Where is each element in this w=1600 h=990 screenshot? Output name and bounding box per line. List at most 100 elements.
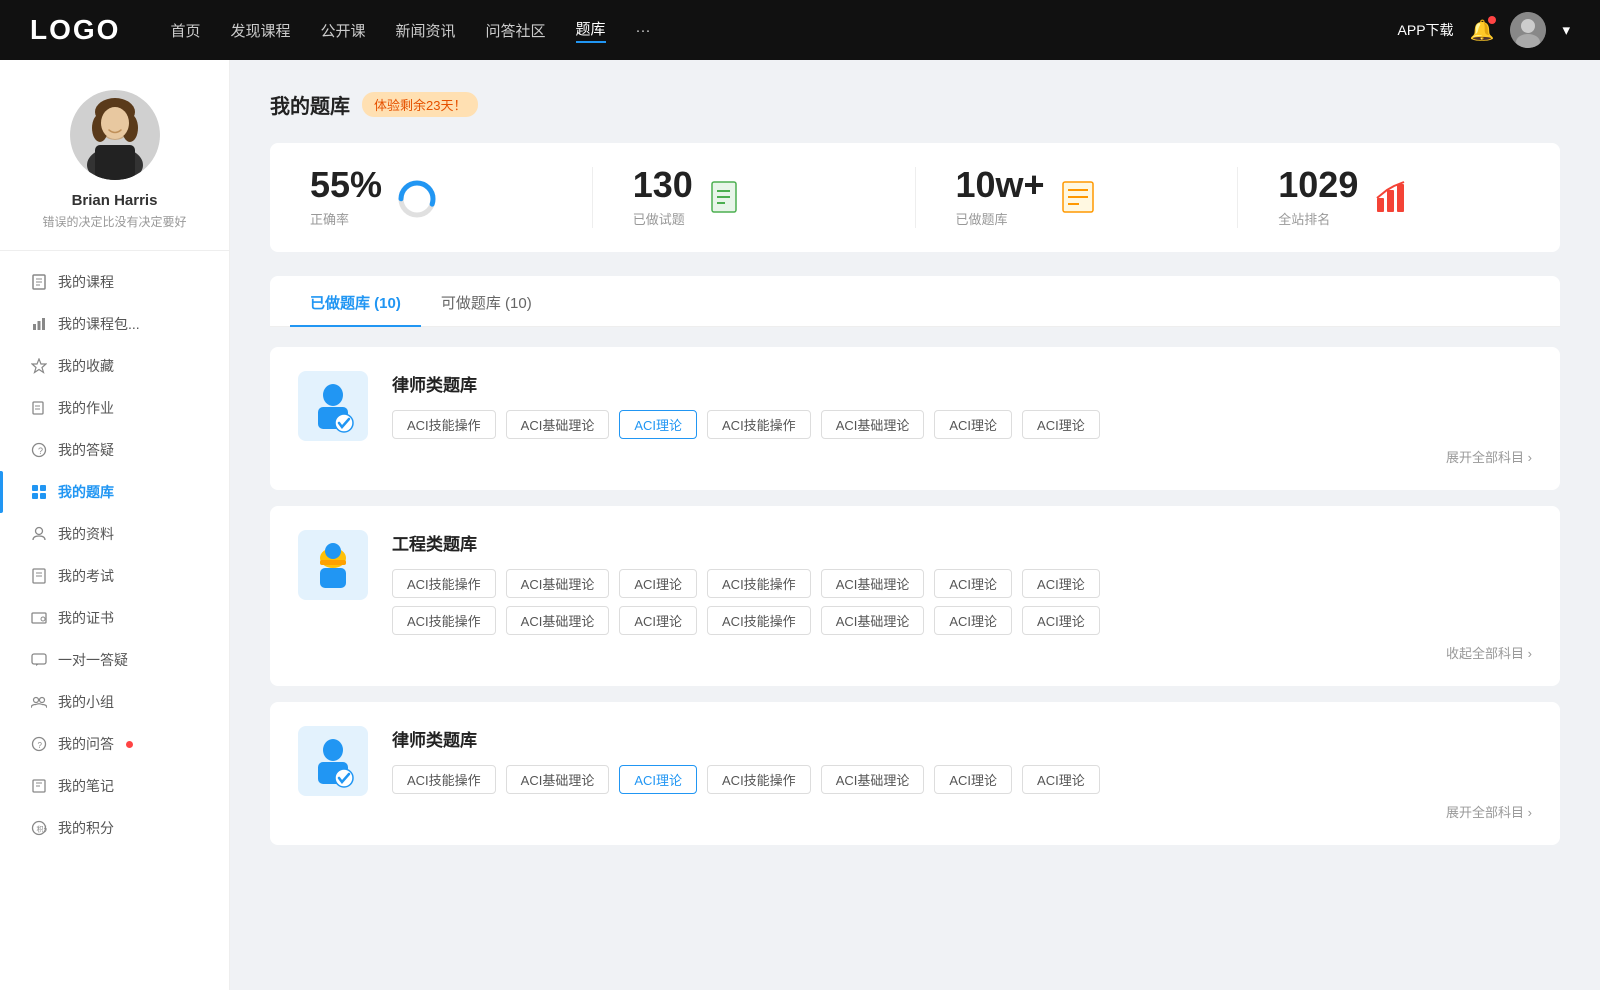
tag[interactable]: ACI技能操作: [392, 765, 496, 794]
menu-label: 我的积分: [58, 818, 114, 838]
expand-link-lawyer-1[interactable]: 展开全部科目 ›: [392, 447, 1532, 466]
qbank-title-lawyer-2: 律师类题库: [392, 726, 1532, 751]
tag-row-lawyer-2: ACI技能操作 ACI基础理论 ACI理论 ACI技能操作 ACI基础理论 AC…: [392, 765, 1532, 794]
cert-icon: [30, 609, 48, 627]
menu-label: 我的考试: [58, 566, 114, 586]
qbank-list: 律师类题库 ACI技能操作 ACI基础理论 ACI理论 ACI技能操作 ACI基…: [270, 347, 1560, 861]
tag[interactable]: ACI技能操作: [707, 606, 811, 635]
profile-motto: 错误的决定比没有决定要好: [42, 213, 186, 230]
sidebar-item-questions[interactable]: ? 我的问答: [0, 723, 229, 765]
sidebar-item-points[interactable]: 积分 我的积分: [0, 807, 229, 849]
tag-selected[interactable]: ACI理论: [619, 410, 697, 439]
logo: LOGO: [30, 14, 120, 46]
sidebar-item-qbank[interactable]: 我的题库: [0, 471, 229, 513]
tag[interactable]: ACI理论: [934, 765, 1012, 794]
qbank-title-lawyer-1: 律师类题库: [392, 371, 1532, 396]
sidebar-profile: Brian Harris 错误的决定比没有决定要好: [0, 90, 229, 251]
menu-label: 我的作业: [58, 398, 114, 418]
sidebar-item-group[interactable]: 我的小组: [0, 681, 229, 723]
nav-qbank[interactable]: 题库: [576, 18, 606, 43]
user-avatar[interactable]: [1510, 12, 1546, 48]
qbank-body-lawyer-1: 律师类题库 ACI技能操作 ACI基础理论 ACI理论 ACI技能操作 ACI基…: [392, 371, 1532, 466]
menu-label: 我的证书: [58, 608, 114, 628]
tag[interactable]: ACI理论: [1022, 410, 1100, 439]
tag[interactable]: ACI理论: [1022, 606, 1100, 635]
question-circle-icon: ?: [30, 441, 48, 459]
stat-rank-label: 全站排名: [1278, 209, 1358, 228]
collapse-link-engineer[interactable]: 收起全部科目 ›: [392, 643, 1532, 662]
menu-label: 我的小组: [58, 692, 114, 712]
sidebar-item-homework[interactable]: 我的作业: [0, 387, 229, 429]
tag[interactable]: ACI基础理论: [506, 569, 610, 598]
stat-done-questions: 130 已做试题: [593, 167, 916, 228]
sidebar-item-profile[interactable]: 我的资料: [0, 513, 229, 555]
star-icon: [30, 357, 48, 375]
tag[interactable]: ACI技能操作: [392, 569, 496, 598]
tag[interactable]: ACI技能操作: [707, 765, 811, 794]
svg-text:?: ?: [38, 446, 43, 456]
stat-done-value: 130: [633, 167, 693, 203]
navbar-right: APP下载 🔔 ▾: [1398, 12, 1570, 48]
engineer-icon: [298, 530, 368, 600]
stat-accuracy-label: 正确率: [310, 209, 382, 228]
qbank-body-lawyer-2: 律师类题库 ACI技能操作 ACI基础理论 ACI理论 ACI技能操作 ACI基…: [392, 726, 1532, 821]
sidebar-item-my-courses[interactable]: 我的课程: [0, 261, 229, 303]
stat-rank-text: 1029 全站排名: [1278, 167, 1358, 228]
nav-qa[interactable]: 问答社区: [486, 20, 546, 41]
user-dropdown-arrow[interactable]: ▾: [1562, 21, 1570, 39]
tag[interactable]: ACI技能操作: [392, 410, 496, 439]
tag[interactable]: ACI理论: [1022, 569, 1100, 598]
tag[interactable]: ACI基础理论: [506, 606, 610, 635]
bell-button[interactable]: 🔔: [1470, 18, 1495, 43]
sidebar-item-favorites[interactable]: 我的收藏: [0, 345, 229, 387]
qbank-body-engineer: 工程类题库 ACI技能操作 ACI基础理论 ACI理论 ACI技能操作 ACI基…: [392, 530, 1532, 662]
nav-home[interactable]: 首页: [170, 20, 200, 41]
sidebar-item-course-package[interactable]: 我的课程包...: [0, 303, 229, 345]
tag[interactable]: ACI理论: [934, 410, 1012, 439]
avatar: [70, 90, 160, 180]
tab-done-banks[interactable]: 已做题库 (10): [290, 276, 421, 327]
tag[interactable]: ACI理论: [934, 606, 1012, 635]
tag[interactable]: ACI技能操作: [707, 410, 811, 439]
tag-row-engineer-2: ACI技能操作 ACI基础理论 ACI理论 ACI技能操作 ACI基础理论 AC…: [392, 606, 1532, 635]
tag[interactable]: ACI理论: [934, 569, 1012, 598]
nav-more[interactable]: ···: [636, 22, 651, 39]
tag[interactable]: ACI技能操作: [392, 606, 496, 635]
tag[interactable]: ACI基础理论: [506, 765, 610, 794]
tag[interactable]: ACI基础理论: [506, 410, 610, 439]
tag[interactable]: ACI理论: [619, 606, 697, 635]
app-download[interactable]: APP下载: [1398, 20, 1454, 40]
stat-done-label: 已做试题: [633, 209, 693, 228]
note-icon: [30, 777, 48, 795]
tag[interactable]: ACI技能操作: [707, 569, 811, 598]
grid-icon: [30, 483, 48, 501]
tag[interactable]: ACI理论: [619, 569, 697, 598]
sidebar-item-cert[interactable]: 我的证书: [0, 597, 229, 639]
tag[interactable]: ACI基础理论: [821, 765, 925, 794]
stat-accuracy: 55% 正确率: [270, 167, 593, 228]
menu-label: 我的课程: [58, 272, 114, 292]
menu-label: 我的题库: [58, 482, 114, 502]
menu-label: 我的笔记: [58, 776, 114, 796]
bar-icon: [30, 315, 48, 333]
tag[interactable]: ACI基础理论: [821, 606, 925, 635]
stat-accuracy-value: 55%: [310, 167, 382, 203]
sidebar-item-1on1[interactable]: 一对一答疑: [0, 639, 229, 681]
tag[interactable]: ACI基础理论: [821, 410, 925, 439]
sidebar-item-notes[interactable]: 我的笔记: [0, 765, 229, 807]
sidebar-item-my-qa[interactable]: ? 我的答疑: [0, 429, 229, 471]
nav-courses[interactable]: 发现课程: [230, 20, 290, 41]
tab-available-banks[interactable]: 可做题库 (10): [421, 276, 552, 327]
tag[interactable]: ACI理论: [1022, 765, 1100, 794]
menu-label: 我的课程包...: [58, 314, 140, 334]
menu-label: 一对一答疑: [58, 650, 128, 670]
tag-selected[interactable]: ACI理论: [619, 765, 697, 794]
qbank-card-lawyer-1: 律师类题库 ACI技能操作 ACI基础理论 ACI理论 ACI技能操作 ACI基…: [270, 347, 1560, 490]
sidebar-item-exam[interactable]: 我的考试: [0, 555, 229, 597]
menu-label: 我的答疑: [58, 440, 114, 460]
nav-open-course[interactable]: 公开课: [320, 20, 365, 41]
tag[interactable]: ACI基础理论: [821, 569, 925, 598]
qa-icon: ?: [30, 735, 48, 753]
nav-news[interactable]: 新闻资讯: [396, 20, 456, 41]
expand-link-lawyer-2[interactable]: 展开全部科目 ›: [392, 802, 1532, 821]
